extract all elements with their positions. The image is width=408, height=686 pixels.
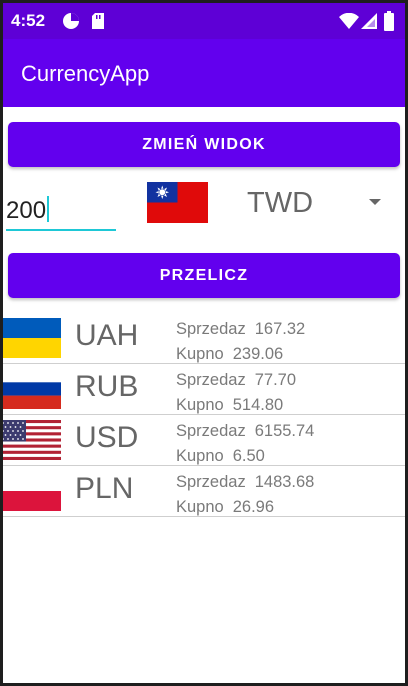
buy-rate: Kupno 514.80 bbox=[176, 396, 283, 415]
sell-value: 167.32 bbox=[254, 320, 306, 338]
amount-value: 200 bbox=[6, 197, 47, 224]
buy-label: Kupno bbox=[176, 447, 224, 465]
buy-rate: Kupno 26.96 bbox=[176, 498, 274, 517]
app-bar: CurrencyApp bbox=[3, 39, 405, 107]
buy-value: 514.80 bbox=[232, 396, 284, 414]
sell-label: Sprzedaz bbox=[176, 473, 246, 491]
sell-rate: Sprzedaz 77.70 bbox=[176, 371, 296, 390]
currency-code: UAH bbox=[75, 319, 139, 352]
buy-value: 6.50 bbox=[232, 447, 265, 465]
sell-value: 1483.68 bbox=[254, 473, 315, 491]
sd-card-icon bbox=[92, 13, 104, 29]
buy-label: Kupno bbox=[176, 396, 224, 414]
rate-row-usd[interactable]: USD Sprzedaz 6155.74 Kupno 6.50 bbox=[3, 415, 405, 466]
buy-rate: Kupno 6.50 bbox=[176, 447, 265, 466]
currency-code: PLN bbox=[75, 472, 134, 505]
ukraine-flag-icon bbox=[3, 318, 61, 358]
buy-rate: Kupno 239.06 bbox=[176, 345, 283, 364]
cell-signal-icon bbox=[361, 13, 377, 29]
dropdown-arrow-icon bbox=[369, 199, 381, 205]
rate-row-pln[interactable]: PLN Sprzedaz 1483.68 Kupno 26.96 bbox=[3, 466, 405, 517]
convert-button[interactable]: PRZELICZ bbox=[8, 253, 400, 298]
currency-code: RUB bbox=[75, 370, 139, 403]
sell-label: Sprzedaz bbox=[176, 422, 246, 440]
amount-input[interactable]: 200 bbox=[6, 193, 116, 231]
rate-row-uah[interactable]: UAH Sprzedaz 167.32 Kupno 239.06 bbox=[3, 313, 405, 364]
sell-rate: Sprzedaz 167.32 bbox=[176, 320, 305, 339]
sell-value: 6155.74 bbox=[254, 422, 315, 440]
usa-flag-icon bbox=[3, 420, 61, 460]
currency-code: USD bbox=[75, 421, 139, 454]
sell-value: 77.70 bbox=[254, 371, 297, 389]
status-time: 4:52 bbox=[11, 11, 46, 30]
switch-view-button[interactable]: ZMIEŃ WIDOK bbox=[8, 122, 400, 167]
poland-flag-icon bbox=[3, 471, 61, 511]
phone-screen: 4:52 CurrencyApp ZMIEŃ WIDOK 200 TWD PRZ… bbox=[3, 3, 405, 683]
russia-flag-icon bbox=[3, 369, 61, 409]
buy-label: Kupno bbox=[176, 345, 224, 363]
battery-icon bbox=[384, 11, 394, 31]
text-cursor bbox=[47, 196, 50, 222]
sell-label: Sprzedaz bbox=[176, 371, 246, 389]
sell-label: Sprzedaz bbox=[176, 320, 246, 338]
sell-rate: Sprzedaz 1483.68 bbox=[176, 473, 314, 492]
selected-currency: TWD bbox=[247, 187, 314, 219]
wifi-icon bbox=[339, 13, 359, 29]
taiwan-flag-icon bbox=[147, 182, 208, 223]
data-saver-icon bbox=[63, 13, 79, 29]
buy-value: 239.06 bbox=[232, 345, 284, 363]
buy-value: 26.96 bbox=[232, 498, 275, 516]
app-title: CurrencyApp bbox=[21, 61, 150, 86]
status-bar: 4:52 bbox=[3, 3, 405, 39]
rate-row-rub[interactable]: RUB Sprzedaz 77.70 Kupno 514.80 bbox=[3, 364, 405, 415]
buy-label: Kupno bbox=[176, 498, 224, 516]
sell-rate: Sprzedaz 6155.74 bbox=[176, 422, 314, 441]
